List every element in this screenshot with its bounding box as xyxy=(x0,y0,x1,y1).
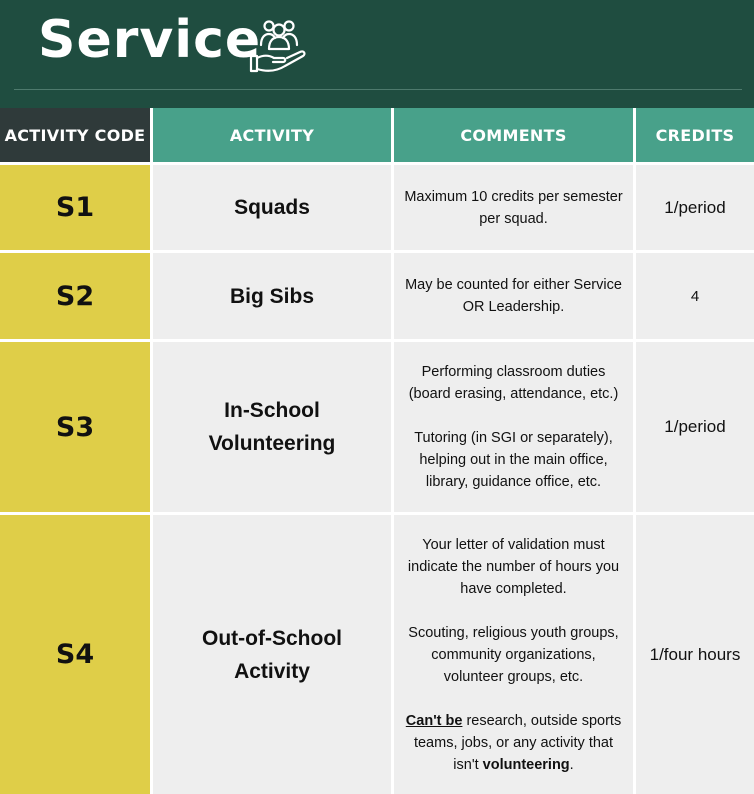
table-row-code: S1 xyxy=(0,165,150,250)
header-divider xyxy=(14,89,742,90)
table-row-code: S2 xyxy=(0,253,150,339)
column-header-comments: COMMENTS xyxy=(394,108,633,162)
table-row-credits: 1/period xyxy=(636,342,754,512)
table-row-comments: Your letter of validation must indicate … xyxy=(394,515,633,794)
table-row-activity: Big Sibs xyxy=(153,253,391,339)
table-row-comments: May be counted for either Service OR Lea… xyxy=(394,253,633,339)
table-row-credits: 4 xyxy=(636,253,754,339)
column-header-activity-code: ACTIVITY CODE xyxy=(0,108,150,162)
column-header-credits: CREDITS xyxy=(636,108,754,162)
column-header-activity: ACTIVITY xyxy=(153,108,391,162)
table-row-code: S4 xyxy=(0,515,150,794)
page-title: Service xyxy=(38,10,262,70)
table-row-activity: Out-of-School Activity xyxy=(153,515,391,794)
table-row-credits: 1/four hours xyxy=(636,515,754,794)
page-header: Service xyxy=(0,0,754,108)
hand-with-group-icon xyxy=(249,20,306,73)
table-row-comments: Performing classroom duties (board erasi… xyxy=(394,342,633,512)
table-row-comments: Maximum 10 credits per semester per squa… xyxy=(394,165,633,250)
table-row-activity: Squads xyxy=(153,165,391,250)
exclusion-note: Can't be research, outside sports teams,… xyxy=(405,712,622,773)
table-row-credits: 1/period xyxy=(636,165,754,250)
table-row-code: S3 xyxy=(0,342,150,512)
table-row-activity: In-School Volunteering xyxy=(153,342,391,512)
